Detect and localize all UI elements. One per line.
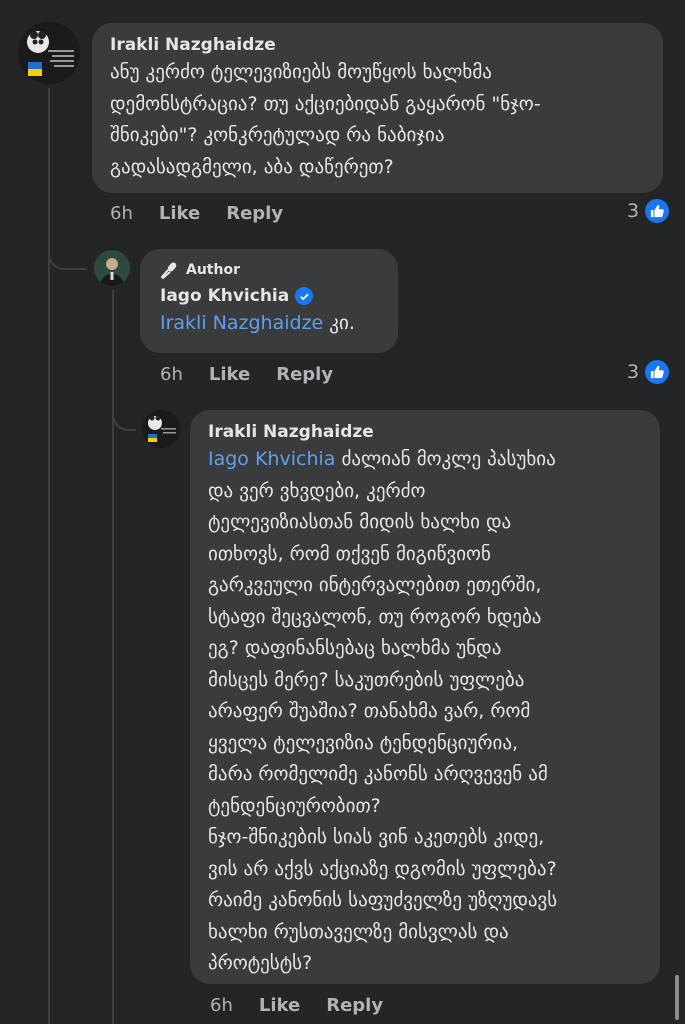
- reply-button[interactable]: Reply: [226, 203, 283, 224]
- comment-text-first-line: ძალიან მოკლე პასუხია: [335, 448, 556, 470]
- avatar[interactable]: [18, 22, 80, 84]
- comment-bubble: Irakli Nazghaidze Iago Khvichia ძალიან მ…: [190, 410, 660, 984]
- comment-actions: 6h Like Reply: [110, 203, 283, 224]
- comment-author[interactable]: Irakli Nazghaidze: [208, 422, 642, 442]
- thread-elbow-2: [112, 395, 136, 431]
- reply-button[interactable]: Reply: [326, 995, 383, 1016]
- comment-timestamp[interactable]: 6h: [110, 203, 133, 224]
- comment-timestamp[interactable]: 6h: [210, 995, 233, 1016]
- scrollbar[interactable]: [675, 975, 679, 1020]
- comment-author: Iago Khvichia: [160, 286, 378, 306]
- thumbs-up-icon: [645, 360, 670, 384]
- reaction-count[interactable]: 3: [627, 199, 670, 223]
- like-button[interactable]: Like: [209, 364, 250, 385]
- panda-avatar-icon: [142, 410, 180, 448]
- comment-actions: 6h Like Reply: [160, 364, 333, 385]
- comment-actions: 6h Like Reply: [210, 995, 383, 1016]
- like-button[interactable]: Like: [259, 995, 300, 1016]
- like-button[interactable]: Like: [159, 203, 200, 224]
- person-avatar-icon: [94, 250, 130, 286]
- thread-line-left: [48, 260, 50, 1024]
- reaction-count[interactable]: 3: [627, 360, 670, 384]
- comment-text-body: და ვერ ვხვდები, კერძო ტელევიზიასთან მიდი…: [208, 479, 558, 975]
- comment-author-name[interactable]: Iago Khvichia: [160, 286, 289, 306]
- microphone-icon: [160, 262, 177, 279]
- thumbs-up-icon: [645, 199, 670, 223]
- comment-text: Irakli Nazghaidze კი.: [160, 308, 378, 340]
- comment-bubble: Author Iago Khvichia Irakli Nazghaidze კ…: [140, 249, 398, 353]
- reaction-count-value: 3: [627, 200, 640, 222]
- author-badge-label: Author: [186, 262, 240, 278]
- comment-text: ანუ კერძო ტელევიზიებს მოუწყოს ხალხმა დემ…: [110, 61, 541, 178]
- reaction-count-value: 3: [627, 361, 640, 383]
- verified-badge-icon: [295, 287, 314, 305]
- mention-link[interactable]: Iago Khvichia: [208, 448, 335, 470]
- comment-bubble: Irakli Nazghaidze ანუ კერძო ტელევიზიებს …: [92, 23, 663, 193]
- comment-author[interactable]: Irakli Nazghaidze: [110, 35, 645, 55]
- comment-text: Iago Khvichia ძალიან მოკლე პასუხია და ვე…: [208, 444, 642, 980]
- panda-avatar-icon: [18, 22, 80, 84]
- comment-text-body: კი.: [323, 312, 355, 334]
- reply-button[interactable]: Reply: [276, 364, 333, 385]
- author-badge: Author: [160, 261, 378, 279]
- comment-timestamp[interactable]: 6h: [160, 364, 183, 385]
- avatar[interactable]: [94, 250, 130, 286]
- thread-elbow-1: [48, 232, 86, 270]
- mention-link[interactable]: Irakli Nazghaidze: [160, 312, 323, 334]
- avatar[interactable]: [142, 410, 180, 448]
